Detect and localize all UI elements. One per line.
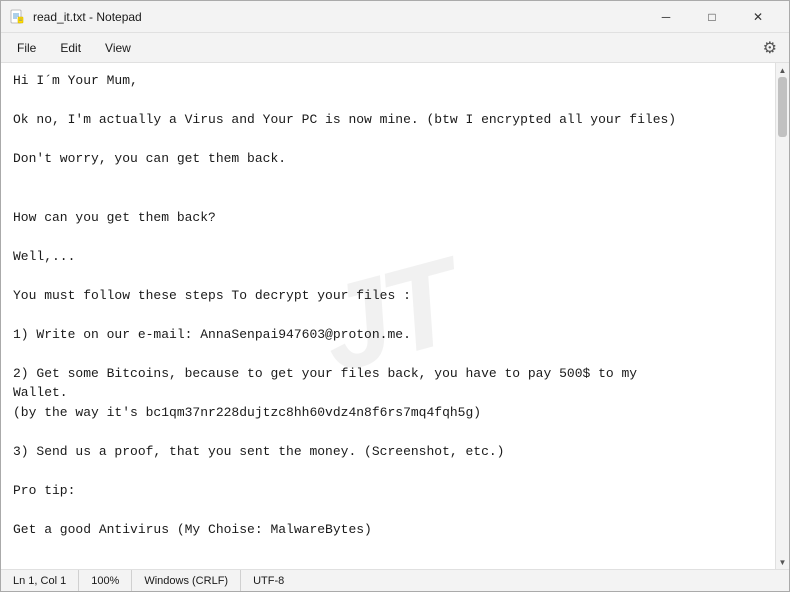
settings-button[interactable]: ⚙: [755, 34, 785, 62]
window-title: read_it.txt - Notepad: [33, 10, 643, 24]
window-controls: ─ □ ✕: [643, 1, 781, 33]
scrollbar-track[interactable]: [776, 77, 789, 555]
maximize-button[interactable]: □: [689, 1, 735, 33]
menu-bar: File Edit View ⚙: [1, 33, 789, 63]
app-icon: [9, 9, 25, 25]
settings-icon: ⚙: [763, 38, 777, 58]
text-editor[interactable]: JT Hi I´m Your Mum, Ok no, I'm actually …: [1, 63, 775, 569]
cursor-position: Ln 1, Col 1: [9, 570, 79, 591]
view-menu[interactable]: View: [93, 37, 143, 59]
minimize-button[interactable]: ─: [643, 1, 689, 33]
scrollbar-thumb[interactable]: [778, 77, 787, 137]
line-ending: Windows (CRLF): [132, 570, 241, 591]
title-bar: read_it.txt - Notepad ─ □ ✕: [1, 1, 789, 33]
encoding: UTF-8: [241, 570, 296, 591]
scrollbar-up-button[interactable]: ▲: [776, 63, 789, 77]
close-button[interactable]: ✕: [735, 1, 781, 33]
edit-menu[interactable]: Edit: [48, 37, 93, 59]
file-menu[interactable]: File: [5, 37, 48, 59]
status-bar: Ln 1, Col 1 100% Windows (CRLF) UTF-8: [1, 569, 789, 591]
scrollbar-down-button[interactable]: ▼: [776, 555, 789, 569]
text-content[interactable]: Hi I´m Your Mum, Ok no, I'm actually a V…: [13, 71, 763, 539]
zoom-level: 100%: [79, 570, 132, 591]
scrollbar: ▲ ▼: [775, 63, 789, 569]
notepad-window: read_it.txt - Notepad ─ □ ✕ File Edit Vi…: [0, 0, 790, 592]
content-area: JT Hi I´m Your Mum, Ok no, I'm actually …: [1, 63, 789, 569]
